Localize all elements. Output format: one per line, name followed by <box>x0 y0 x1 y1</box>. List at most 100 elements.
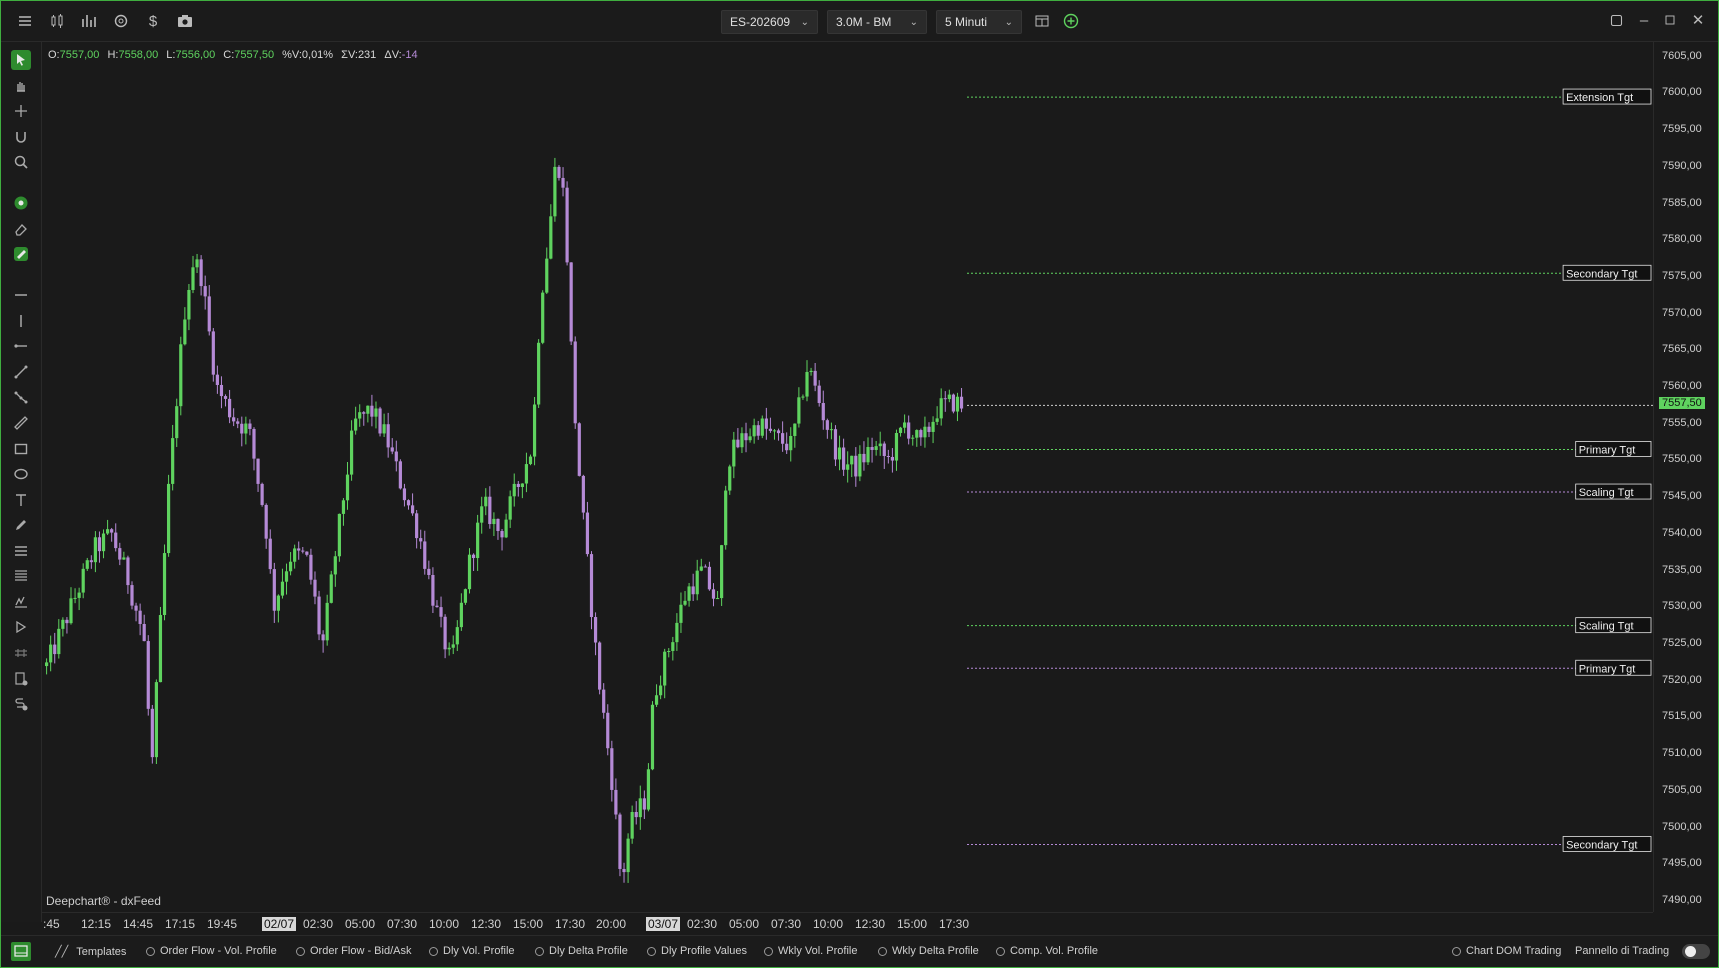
target-level[interactable]: Secondary Tgt <box>967 264 1652 281</box>
candle <box>65 617 69 634</box>
date-tick-label: 03/07 <box>646 917 681 931</box>
candle <box>512 473 516 507</box>
candle <box>524 452 529 493</box>
ohlc-high: H:7558,00 <box>107 49 159 61</box>
candle <box>97 531 102 563</box>
candle <box>337 513 341 562</box>
indicator-toggle[interactable]: Dly Vol. Profile <box>429 945 515 957</box>
target-level[interactable]: Secondary Tgt <box>967 836 1652 852</box>
target-label: Primary Tgt <box>1579 663 1636 675</box>
candle <box>390 438 394 455</box>
candle <box>105 519 110 535</box>
candle <box>679 592 683 633</box>
candle <box>886 449 890 464</box>
candle <box>199 255 203 296</box>
candle <box>252 427 256 471</box>
candle <box>720 544 724 606</box>
candle <box>410 493 415 516</box>
candle <box>370 394 374 427</box>
candle <box>581 474 585 520</box>
candle <box>870 437 874 463</box>
candle <box>154 679 158 765</box>
price-tick-label: 7555,00 <box>1662 416 1702 429</box>
candle <box>260 482 264 507</box>
chart-dom-trading-toggle[interactable]: Chart DOM Trading <box>1452 945 1561 957</box>
candle <box>809 367 813 376</box>
candle <box>406 499 411 510</box>
candle <box>858 445 862 482</box>
candle <box>553 157 557 222</box>
time-tick-label: 15:00 <box>897 917 928 931</box>
time-axis[interactable]: :45 12:15 14:45 17:15 19:45 02/07 02:30 05:00 07… <box>42 912 1653 935</box>
panel-toggle-icon[interactable] <box>11 942 31 961</box>
indicator-toggle[interactable]: Comp. Vol. Profile <box>996 945 1098 957</box>
candle <box>183 307 187 346</box>
candle <box>801 394 805 400</box>
target-level[interactable]: Primary Tgt <box>967 659 1652 676</box>
templates-button[interactable]: ╱╱ Templates <box>55 945 127 959</box>
candle <box>467 548 472 594</box>
price-tick-label: 7490,00 <box>1662 893 1702 906</box>
candle <box>602 683 606 719</box>
candle <box>951 393 956 414</box>
candle <box>703 564 707 568</box>
candle <box>146 635 150 716</box>
candle <box>663 648 667 699</box>
time-tick-label: 14:45 <box>123 917 154 931</box>
indicator-toggle[interactable]: Order Flow - Bid/Ask <box>296 945 411 957</box>
indicator-toggle[interactable]: Order Flow - Vol. Profile <box>146 945 277 957</box>
candle <box>382 413 386 438</box>
candle <box>707 561 712 591</box>
price-tick-label: 7510,00 <box>1662 747 1702 760</box>
candle <box>313 571 317 605</box>
candle <box>606 704 610 756</box>
indicator-toggle[interactable]: Dly Profile Values <box>647 945 747 957</box>
time-tick-label: 17:30 <box>939 917 970 931</box>
candle <box>349 420 354 481</box>
indicator-toggle[interactable]: Wkly Vol. Profile <box>764 945 857 957</box>
candle <box>618 812 622 877</box>
candle <box>264 503 268 549</box>
candle <box>907 415 911 445</box>
price-tick-label: 7565,00 <box>1662 343 1702 356</box>
candle <box>508 490 512 528</box>
target-level[interactable]: Extension Tgt <box>967 88 1652 105</box>
candle <box>813 363 817 392</box>
radio-icon <box>535 946 544 956</box>
price-axis[interactable]: 7605,00 7600,00 7595,00 7590,00 7585,00 7580,… <box>1653 42 1718 912</box>
candle <box>496 518 500 540</box>
candle <box>305 551 309 557</box>
price-tick-label: 7535,00 <box>1662 563 1702 576</box>
candle <box>821 390 825 430</box>
price-tick-label: 7595,00 <box>1662 123 1702 136</box>
target-level[interactable]: Scaling Tgt <box>967 483 1652 500</box>
candle <box>890 448 895 473</box>
candle <box>866 437 870 465</box>
candle <box>256 458 260 492</box>
time-tick-label: 10:00 <box>429 917 460 931</box>
candle <box>711 583 716 607</box>
candle <box>244 416 248 445</box>
time-tick-label: 12:30 <box>471 917 502 931</box>
trading-panel-toggle[interactable] <box>1682 944 1710 959</box>
price-chart[interactable]: Extension Tgt Secondary Tgt Primary Tgt Sca… <box>1 1 1719 968</box>
candle <box>179 336 183 416</box>
candle <box>435 600 439 608</box>
ohlc-close: C:7557,50 <box>223 49 275 61</box>
time-tick-label: 12:30 <box>855 917 886 931</box>
target-label: Secondary Tgt <box>1566 839 1637 851</box>
indicator-toggle[interactable]: Dly Delta Profile <box>535 945 628 957</box>
candle <box>451 635 455 655</box>
radio-icon <box>429 946 438 956</box>
indicator-toggle[interactable]: Wkly Delta Profile <box>878 945 979 957</box>
candle <box>134 602 138 622</box>
candle <box>793 423 797 448</box>
candle <box>768 417 773 433</box>
candle <box>73 588 77 604</box>
candle <box>955 392 960 422</box>
templates-label: Templates <box>76 945 127 958</box>
target-level[interactable]: Scaling Tgt <box>967 617 1652 634</box>
sum-volume: ΣV:231 <box>341 49 377 61</box>
target-level[interactable]: Primary Tgt <box>967 441 1652 457</box>
candle <box>789 427 793 462</box>
